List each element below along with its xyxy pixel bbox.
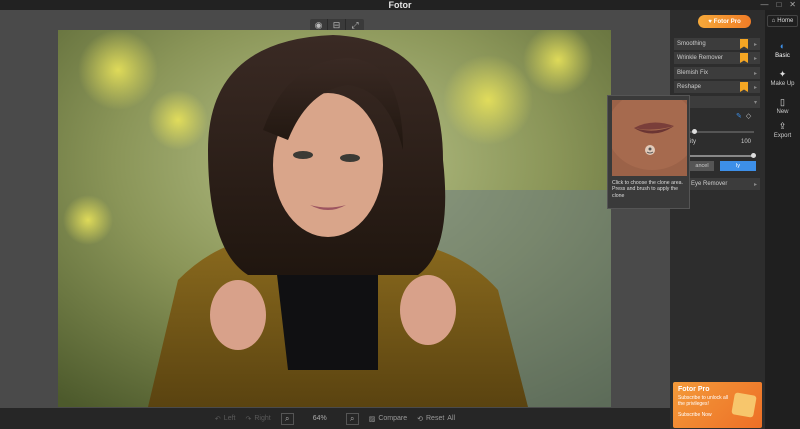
- intensity-value: 100: [741, 139, 752, 145]
- main-sidebar: ⌂ Home ◐ Basic ✦ Make Up ▯ New ⇪ Export: [765, 10, 800, 429]
- apply-button[interactable]: ly: [720, 161, 756, 171]
- tool-label: Blemish Fix: [677, 70, 709, 76]
- tooltip-preview-image: [612, 100, 687, 176]
- gift-box-icon: [731, 392, 757, 418]
- lips-closeup: [612, 100, 687, 176]
- compare-button[interactable]: ▨ Compare: [369, 415, 407, 423]
- ad-title: Fotor Pro: [678, 386, 710, 393]
- minimize-button[interactable]: —: [760, 0, 768, 10]
- rotate-right-label: Right: [254, 415, 271, 422]
- zoom-out-icon[interactable]: ⌕: [280, 412, 294, 425]
- export-icon: ⇪: [778, 120, 787, 131]
- apply-label: ly: [736, 163, 740, 169]
- intensity-label: ity: [690, 139, 696, 145]
- pro-crown-icon: [740, 82, 748, 92]
- chevron-right-icon: ▸: [753, 70, 757, 77]
- reset-icon: ⟲: [417, 415, 423, 423]
- compare-icon: ▨: [368, 415, 376, 423]
- maximize-button[interactable]: □: [776, 0, 781, 10]
- fotor-pro-ad[interactable]: Fotor Pro Subscribe to unlock all the pr…: [673, 382, 762, 428]
- cancel-label: ancel: [695, 163, 709, 169]
- rotate-right-button[interactable]: ↷ Right: [245, 415, 270, 423]
- new-file-icon: ▯: [780, 96, 785, 107]
- clone-tool-tooltip: Click to choose the clone area. Press an…: [607, 95, 690, 209]
- intensity-knob[interactable]: [751, 153, 756, 158]
- sidebar-item-make-up[interactable]: ✦ Make Up: [765, 66, 800, 90]
- eraser-icon[interactable]: ◇: [746, 112, 751, 120]
- photo-canvas[interactable]: [58, 30, 611, 407]
- sidebar-item-label: Make Up: [770, 80, 795, 87]
- sidebar-item-new[interactable]: ▯ New: [765, 94, 800, 118]
- chevron-right-icon: ▸: [753, 181, 757, 188]
- chevron-right-icon: ▸: [753, 55, 757, 62]
- zoom-in-icon[interactable]: ⌕: [345, 412, 359, 425]
- sidebar-item-export[interactable]: ⇪ Export: [765, 118, 800, 142]
- chevron-right-icon: ▸: [753, 41, 757, 48]
- rotate-left-button[interactable]: ↶ Left: [215, 415, 236, 423]
- sidebar-item-label: New: [776, 108, 789, 115]
- app-title: Fotor: [388, 0, 412, 10]
- brush-size-slider[interactable]: [690, 131, 754, 133]
- rotate-right-icon: ↷: [245, 415, 252, 423]
- tool-reshape[interactable]: Reshape ▸: [674, 81, 760, 93]
- brush-mode-icons: ✎ ◇: [736, 112, 751, 120]
- sidebar-item-basic[interactable]: ◐ Basic: [765, 38, 800, 62]
- canvas-area: ◉ ⊟ ⤢: [0, 10, 670, 408]
- sidebar-item-label: Basic: [775, 52, 790, 59]
- tool-panel: ♥ Fotor Pro Smoothing ▸ Wrinkle Remover …: [670, 10, 765, 429]
- reset-all-button[interactable]: ⟲ Reset All: [417, 415, 455, 423]
- home-button[interactable]: ⌂ Home: [767, 15, 798, 27]
- ad-subtitle: Subscribe to unlock all the privileges!: [678, 395, 729, 407]
- title-bar: Fotor — □ ✕: [0, 0, 800, 10]
- cancel-button[interactable]: ancel: [690, 161, 714, 171]
- reset-label: Reset: [426, 415, 445, 422]
- tool-label: Smoothing: [677, 41, 706, 47]
- window-controls: — □ ✕: [760, 0, 796, 10]
- tool-label: Reshape: [677, 84, 702, 90]
- portrait-photo: [58, 30, 611, 407]
- tool-label: Wrinkle Remover: [677, 55, 723, 61]
- fotor-app-window: Fotor — □ ✕ ◉ ⊟ ⤢ ↶ Left ↷ Right ⌕ 64% ⌕…: [0, 0, 800, 429]
- tool-smoothing[interactable]: Smoothing ▸: [674, 38, 760, 50]
- home-icon: ⌂: [771, 18, 776, 24]
- fotor-pro-button[interactable]: ♥ Fotor Pro: [698, 15, 751, 28]
- compare-label: Compare: [378, 415, 408, 422]
- chevron-right-icon: ▸: [753, 84, 757, 91]
- makeup-icon: ✦: [778, 68, 787, 79]
- close-button[interactable]: ✕: [789, 0, 796, 10]
- chevron-down-icon: ▾: [753, 99, 757, 106]
- rotate-left-label: Left: [223, 415, 236, 422]
- brush-icon: ◐: [779, 40, 786, 51]
- intensity-slider[interactable]: [690, 155, 754, 157]
- brush-icon[interactable]: ✎: [736, 112, 742, 120]
- pro-crown-icon: [740, 39, 748, 49]
- ad-subscribe-link[interactable]: Subscribe Now: [678, 412, 712, 418]
- zoom-control: ⌕ 64% ⌕: [280, 412, 359, 425]
- bottom-toolbar: ↶ Left ↷ Right ⌕ 64% ⌕ ▨ Compare ⟲ Reset…: [0, 408, 670, 429]
- zoom-value: 64%: [312, 415, 327, 422]
- fotor-pro-label: Fotor Pro: [713, 18, 741, 25]
- tool-blemish-fix[interactable]: Blemish Fix ▸: [674, 67, 760, 79]
- pro-crown-icon: [740, 53, 748, 63]
- all-label: All: [447, 415, 456, 422]
- brush-size-knob[interactable]: [692, 129, 697, 134]
- home-label: Home: [777, 18, 794, 24]
- rotate-left-icon: ↶: [214, 415, 221, 423]
- tool-wrinkle-remover[interactable]: Wrinkle Remover ▸: [674, 52, 760, 64]
- sidebar-item-label: Export: [773, 132, 792, 139]
- heart-icon: ♥: [708, 18, 712, 25]
- tooltip-text: Click to choose the clone area. Press an…: [612, 180, 683, 199]
